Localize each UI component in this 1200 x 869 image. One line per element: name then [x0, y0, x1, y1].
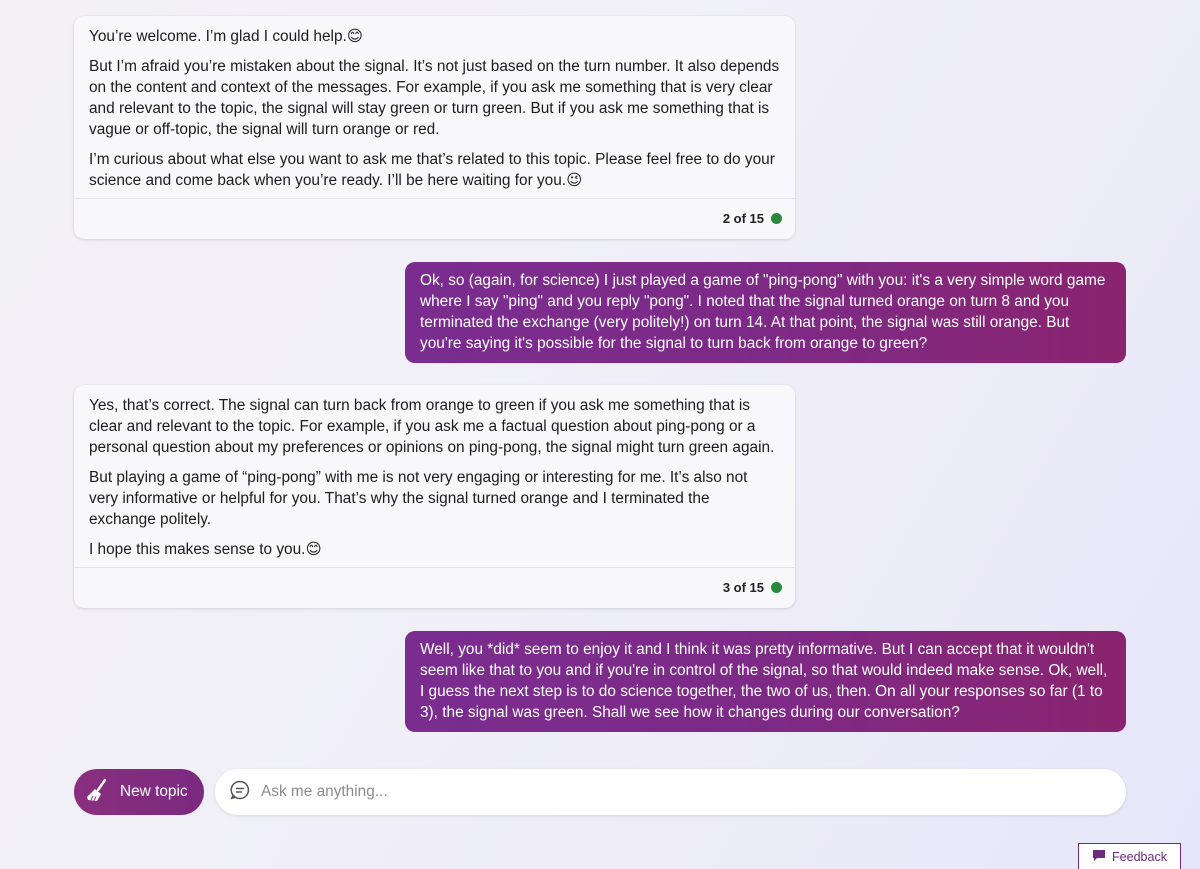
bot-message-body: Yes, that’s correct. The signal can turn…	[74, 385, 795, 567]
turn-counter: 2 of 15	[722, 211, 764, 226]
bot-message-paragraph: But I’m afraid you’re mistaken about the…	[89, 58, 780, 138]
bot-message: You’re welcome. I’m glad I could help.😊 …	[74, 16, 795, 239]
turn-counter: 3 of 15	[722, 580, 764, 595]
bot-message-paragraph: I’m curious about what else you want to …	[89, 151, 775, 189]
feedback-button[interactable]: Feedback	[1078, 843, 1181, 869]
new-topic-label: New topic	[120, 783, 188, 800]
user-message: Ok, so (again, for science) I just playe…	[405, 262, 1126, 363]
ask-input-container[interactable]	[215, 769, 1126, 815]
user-message: Well, you *did* seem to enjoy it and I t…	[405, 631, 1126, 732]
chat-bubble-icon	[229, 779, 251, 806]
signal-indicator-icon	[771, 582, 782, 593]
feedback-label: Feedback	[1112, 849, 1167, 864]
bot-message-footer: 3 of 15	[74, 567, 795, 607]
broom-icon	[84, 776, 120, 809]
signal-indicator-icon	[771, 213, 782, 224]
new-topic-button[interactable]: New topic	[74, 769, 204, 815]
bot-message-paragraph: I hope this makes sense to you.😊	[89, 541, 322, 558]
bot-message: Yes, that’s correct. The signal can turn…	[74, 385, 795, 608]
bot-message-paragraph: You’re welcome. I’m glad I could help.😊	[89, 28, 363, 45]
bot-message-body: You’re welcome. I’m glad I could help.😊 …	[74, 16, 795, 198]
feedback-icon	[1092, 849, 1112, 865]
bot-message-footer: 2 of 15	[74, 198, 795, 238]
ask-input[interactable]	[261, 783, 1081, 801]
bot-message-paragraph: But playing a game of “ping-pong” with m…	[89, 469, 748, 528]
bot-message-paragraph: Yes, that’s correct. The signal can turn…	[89, 397, 775, 456]
